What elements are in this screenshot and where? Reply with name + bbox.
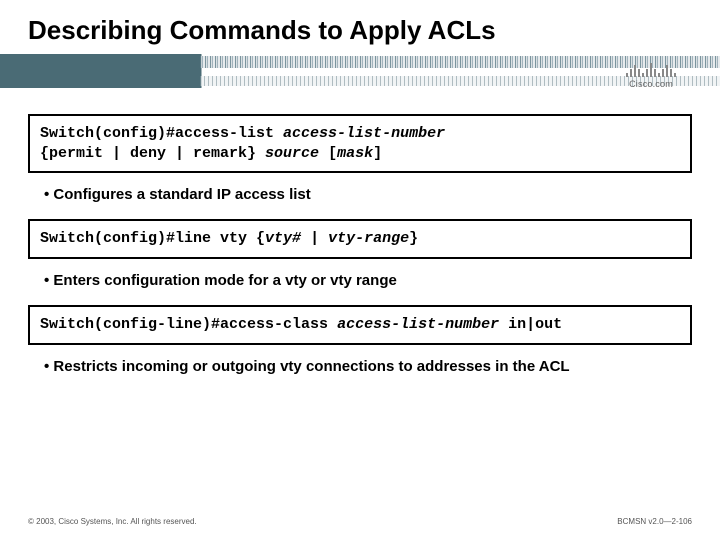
command-box-3: Switch(config-line)#access-class access-… [28, 305, 692, 345]
footer-code: BCMSN v2.0—2-106 [617, 517, 692, 526]
cmd1-italic1: access-list-number [283, 125, 445, 142]
cmd2-part2: | [301, 230, 328, 247]
command-box-1: Switch(config)#access-list access-list-n… [28, 114, 692, 173]
logo-text: Cisco.com [610, 79, 692, 89]
cisco-bars-icon [610, 62, 692, 77]
cmd3-part1: Switch(config-line)#access-class [40, 316, 337, 333]
cmd1-part2: {permit | deny | remark} [40, 145, 265, 162]
cmd1-part1: Switch(config)#access-list [40, 125, 283, 142]
cmd3-part2: in|out [499, 316, 562, 333]
bullet-2: Enters configuration mode for a vty or v… [28, 269, 692, 305]
cmd1-italic2: source [265, 145, 319, 162]
cmd2-italic2: vty-range [328, 230, 409, 247]
cmd3-italic1: access-list-number [337, 316, 499, 333]
bullet-1: Configures a standard IP access list [28, 183, 692, 219]
cmd2-part3: } [409, 230, 418, 247]
content-area: Switch(config)#access-list access-list-n… [0, 88, 720, 391]
page-title: Describing Commands to Apply ACLs [0, 0, 720, 54]
command-box-2: Switch(config)#line vty {vty# | vty-rang… [28, 219, 692, 259]
cmd1-part4: ] [373, 145, 382, 162]
cmd1-part3: [ [319, 145, 337, 162]
cmd2-italic1: vty# [265, 230, 301, 247]
bullet-3: Restricts incoming or outgoing vty conne… [28, 355, 692, 391]
cisco-logo: Cisco.com [610, 62, 692, 90]
cmd2-part1: Switch(config)#line vty { [40, 230, 265, 247]
cmd1-italic3: mask [337, 145, 373, 162]
footer-copyright: © 2003, Cisco Systems, Inc. All rights r… [28, 517, 197, 526]
